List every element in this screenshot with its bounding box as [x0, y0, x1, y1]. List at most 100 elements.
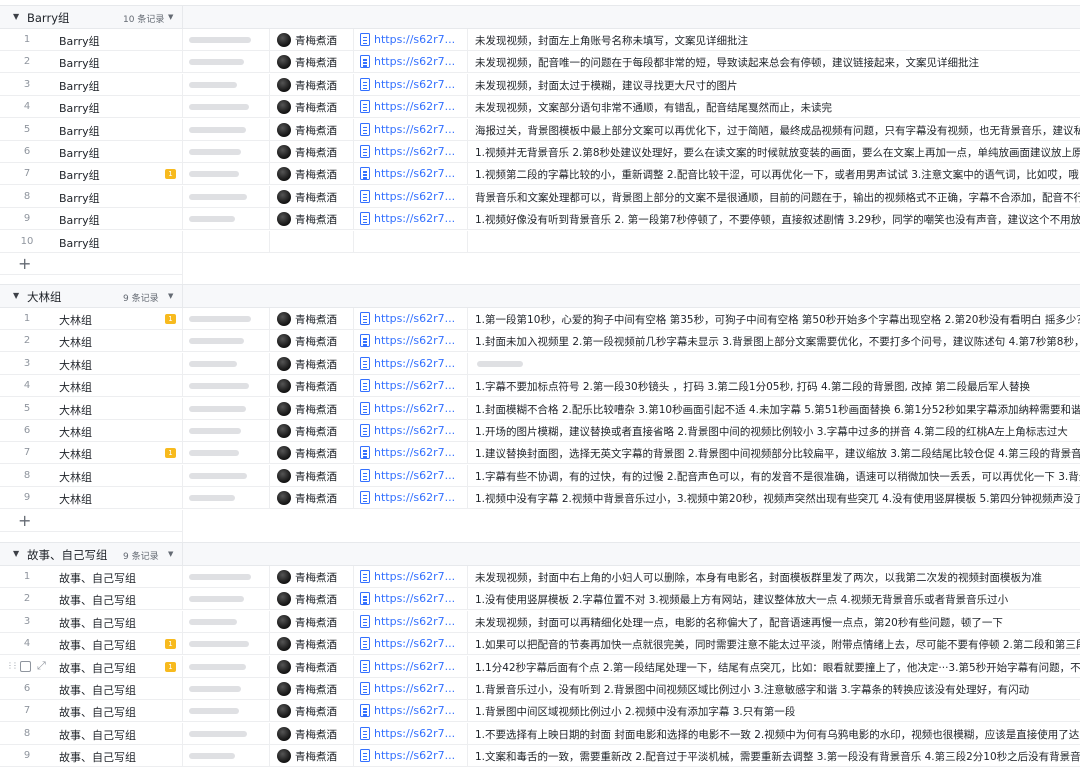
link-cell[interactable]: https://s62r7... [354, 96, 468, 119]
group-header[interactable]: ▼ 故事、自己写组 9 条记录 ▼ [0, 542, 1080, 566]
redacted-cell[interactable] [183, 442, 270, 465]
author-cell[interactable]: 青梅煮酒 [270, 96, 354, 119]
table-row[interactable]: 3 故事、自己写组 青梅煮酒 https://s62r7... 未发现视频，封面可以再精… [0, 610, 1080, 633]
feedback-cell[interactable]: 1.字幕不要加标点符号 2.第一段30秒镜头 ，打码 3.第二段1分05秒, 打… [468, 375, 1080, 397]
feedback-cell[interactable]: 1.封面未加入视频里 2.第一段视频前几秒字幕未显示 3.背景图上部分文案需要优… [468, 330, 1080, 352]
add-record-row[interactable]: + [0, 509, 1080, 532]
checkbox-icon[interactable] [20, 660, 31, 672]
table-row[interactable]: 8 大林组 青梅煮酒 https://s62r7... 1.字幕有些不协调，有的过快，有… [0, 464, 1080, 487]
author-cell[interactable]: 青梅煮酒 [270, 722, 354, 745]
add-record-cell[interactable]: + [0, 509, 183, 532]
author-cell[interactable]: 青梅煮酒 [270, 118, 354, 141]
link-text[interactable]: https://s62r7... [374, 704, 455, 717]
redacted-cell[interactable] [183, 655, 270, 678]
redacted-cell[interactable] [183, 163, 270, 186]
dropdown-icon[interactable]: ▼ [168, 550, 173, 558]
link-cell[interactable]: https://s62r7... [354, 141, 468, 163]
link-cell[interactable]: https://s62r7... [354, 722, 468, 745]
table-row[interactable]: 1 故事、自己写组 青梅煮酒 https://s62r7... 未发现视频，封面中右上角… [0, 566, 1080, 588]
author-cell[interactable]: 青梅煮酒 [270, 375, 354, 398]
link-text[interactable]: https://s62r7... [374, 727, 455, 740]
redacted-cell[interactable] [183, 610, 270, 633]
author-cell[interactable]: 青梅煮酒 [270, 442, 354, 465]
redacted-cell[interactable] [183, 96, 270, 119]
link-text[interactable]: https://s62r7... [374, 570, 455, 583]
feedback-cell[interactable]: 未发现视频，封面左上角账号名称未填写，文案见详细批注 [468, 29, 1080, 51]
table-row[interactable]: 9 Barry组 青梅煮酒 https://s62r7... 1.视频好像没有听到背景音… [0, 208, 1080, 231]
feedback-cell[interactable]: 1.封面模糊不合格 2.配乐比较嘈杂 3.第10秒画面引起不适 4.未加字幕 5… [468, 398, 1080, 420]
author-cell[interactable]: 青梅煮酒 [270, 678, 354, 700]
table-row[interactable]: 9 大林组 青梅煮酒 https://s62r7... 1.视频中没有字幕 2.视频中背… [0, 487, 1080, 510]
redacted-cell[interactable] [183, 566, 270, 588]
table-row[interactable]: 2 故事、自己写组 青梅煮酒 https://s62r7... 1.没有使用竖屏模板 2… [0, 588, 1080, 611]
feedback-cell[interactable]: 1.视频中没有字幕 2.视频中背景音乐过小，3.视频中第20秒，视频声突然出现有… [468, 487, 1080, 509]
table-row[interactable]: 6 大林组 青梅煮酒 https://s62r7... 1.开场的图片模糊，建议替换或者… [0, 420, 1080, 442]
author-cell[interactable]: 青梅煮酒 [270, 29, 354, 51]
author-cell[interactable]: 青梅煮酒 [270, 700, 354, 723]
feedback-cell[interactable]: 1.如果可以把配音的节奏再加快一点就很完美，同时需要注意不能太过平淡，附带点情绪… [468, 633, 1080, 655]
link-cell[interactable]: https://s62r7... [354, 420, 468, 442]
redacted-cell[interactable] [183, 487, 270, 510]
comment-badge[interactable]: 1 [165, 314, 176, 324]
feedback-cell[interactable]: 1.开场的图片模糊，建议替换或者直接省略 2.背景图中间的视频比例较小 3.字幕… [468, 420, 1080, 442]
feedback-cell[interactable]: 未发现视频，文案部分语句非常不通顺，有错乱，配音结尾戛然而止，未读完 [468, 96, 1080, 118]
redacted-cell[interactable] [183, 73, 270, 96]
feedback-cell[interactable]: 1.背景图中间区域视频比例过小 2.视频中没有添加字幕 3.只有第一段 [468, 700, 1080, 722]
drag-handle-icon[interactable]: ⋮⋮ [6, 661, 19, 670]
link-text[interactable]: https://s62r7... [374, 334, 455, 347]
author-cell[interactable]: 青梅煮酒 [270, 745, 354, 768]
link-text[interactable]: https://s62r7... [374, 312, 455, 325]
link-text[interactable]: https://s62r7... [374, 190, 455, 203]
author-cell[interactable]: 青梅煮酒 [270, 73, 354, 96]
link-cell[interactable]: https://s62r7... [354, 208, 468, 231]
author-cell[interactable]: 青梅煮酒 [270, 487, 354, 510]
author-cell[interactable]: 青梅煮酒 [270, 397, 354, 420]
add-row-icon[interactable]: + [18, 254, 31, 273]
table-row[interactable]: 3 Barry组 青梅煮酒 https://s62r7... 未发现视频，封面太过于模糊… [0, 73, 1080, 96]
link-text[interactable]: https://s62r7... [374, 592, 455, 605]
author-cell[interactable]: 青梅煮酒 [270, 163, 354, 186]
table-row[interactable]: 7 故事、自己写组 青梅煮酒 https://s62r7... 1.背景图中间区域视频比… [0, 700, 1080, 723]
redacted-cell[interactable] [183, 588, 270, 611]
link-text[interactable]: https://s62r7... [374, 212, 455, 225]
group-header[interactable]: ▼ Barry组 10 条记录 ▼ [0, 5, 1080, 29]
link-cell[interactable] [354, 230, 468, 253]
link-cell[interactable]: https://s62r7... [354, 610, 468, 633]
redacted-cell[interactable] [183, 230, 270, 253]
comment-badge[interactable]: 1 [165, 448, 176, 459]
link-cell[interactable]: https://s62r7... [354, 566, 468, 588]
redacted-cell[interactable] [183, 722, 270, 745]
link-cell[interactable]: https://s62r7... [354, 118, 468, 141]
link-text[interactable]: https://s62r7... [374, 469, 455, 482]
link-cell[interactable]: https://s62r7... [354, 633, 468, 656]
redacted-cell[interactable] [183, 308, 270, 330]
expand-icon[interactable]: ⤢ [37, 659, 46, 673]
author-cell[interactable]: 青梅煮酒 [270, 51, 354, 74]
redacted-cell[interactable] [183, 420, 270, 442]
link-text[interactable]: https://s62r7... [374, 424, 455, 437]
link-text[interactable]: https://s62r7... [374, 145, 455, 158]
feedback-cell[interactable]: 未发现视频，封面可以再精细化处理一点，电影的名称偏大了，配音语速再慢一点点，第2… [468, 611, 1080, 633]
link-text[interactable]: https://s62r7... [374, 615, 455, 628]
link-cell[interactable]: https://s62r7... [354, 397, 468, 420]
redacted-cell[interactable] [183, 678, 270, 700]
caret-down-icon[interactable]: ▼ [13, 12, 19, 21]
link-cell[interactable]: https://s62r7... [354, 51, 468, 74]
comment-badge[interactable]: 1 [165, 169, 176, 180]
group-header[interactable]: ▼ 大林组 9 条记录 ▼ [0, 284, 1080, 308]
redacted-cell[interactable] [183, 700, 270, 723]
feedback-cell[interactable] [468, 353, 1080, 375]
feedback-cell[interactable]: 1.第一段第10秒，心爱的狗子中间有空格 第35秒，可狗子中间有空格 第50秒开… [468, 308, 1080, 330]
table-row[interactable]: 10 Barry组 [0, 230, 1080, 253]
table-row[interactable]: 2 大林组 青梅煮酒 https://s62r7... 1.封面未加入视频里 2.第一段… [0, 330, 1080, 353]
feedback-cell[interactable]: 1.1分42秒字幕后面有个点 2.第一段结尾处理一下，结尾有点突兀，比如：眼看就… [468, 656, 1080, 678]
link-text[interactable]: https://s62r7... [374, 446, 455, 459]
table-row[interactable]: 7 Barry组 1 青梅煮酒 https://s62r7... 1.视频第二段的字幕比较… [0, 163, 1080, 186]
link-text[interactable]: https://s62r7... [374, 379, 455, 392]
add-record-cell[interactable]: + [0, 253, 183, 275]
link-text[interactable]: https://s62r7... [374, 78, 455, 91]
author-cell[interactable]: 青梅煮酒 [270, 330, 354, 353]
link-cell[interactable]: https://s62r7... [354, 700, 468, 723]
link-cell[interactable]: https://s62r7... [354, 655, 468, 678]
feedback-cell[interactable]: 未发现视频，配音唯一的问题在于每段都非常的短，导致读起来总会有停顿，建议链接起来… [468, 51, 1080, 73]
